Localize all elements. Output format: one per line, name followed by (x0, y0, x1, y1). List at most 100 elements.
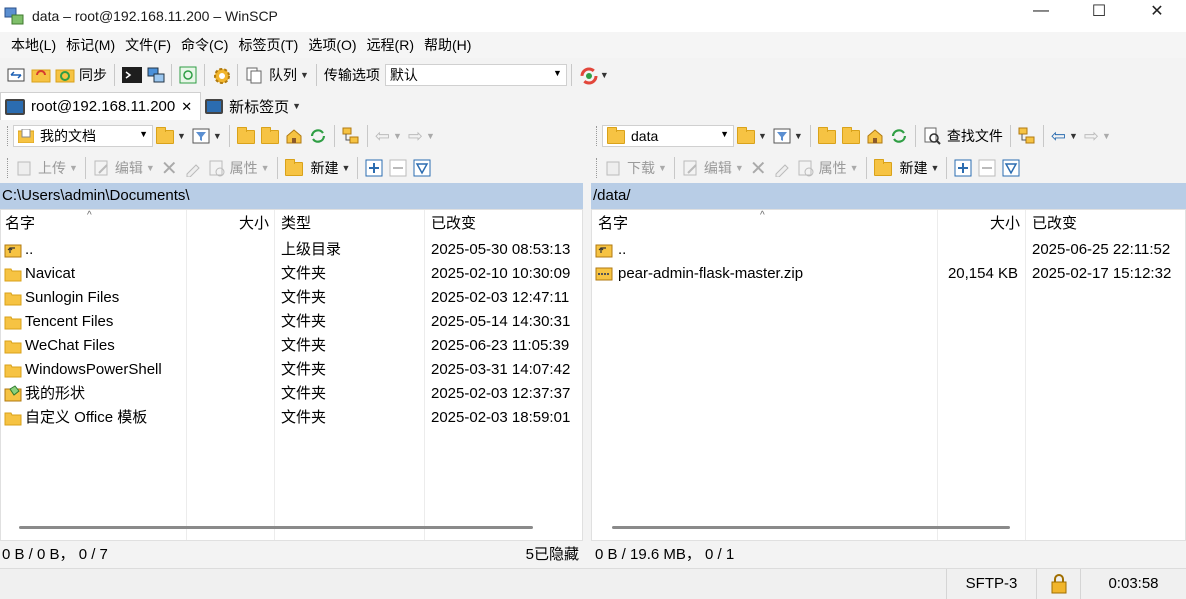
remote-header-size[interactable]: 大小 (938, 210, 1020, 238)
remote-edit-button[interactable]: 编辑 ▼ (679, 155, 747, 181)
local-open-folder-button[interactable]: ▼ (153, 123, 189, 149)
remote-header-changed[interactable]: 已改变 (1032, 210, 1077, 238)
local-file-row[interactable]: .. 上级目录 2025-05-30 08:53:13 (1, 238, 582, 262)
refresh-queue-button[interactable] (176, 62, 200, 88)
remote-open-folder-button[interactable]: ▼ (734, 123, 770, 149)
synchronize-browsing-button[interactable] (28, 62, 52, 88)
remote-path-bar[interactable]: /data/ (591, 183, 1186, 209)
remote-file-row[interactable]: .. 2025-06-25 22:11:52 (592, 238, 1185, 262)
remote-header-name[interactable]: 名字 (598, 210, 628, 238)
remote-filter-select-button[interactable] (999, 155, 1023, 181)
local-path-bar[interactable]: C:\Users\admin\Documents\ (0, 183, 583, 209)
remote-horizontal-scrollbar[interactable] (612, 526, 1010, 529)
local-file-row[interactable]: WeChat Files 文件夹 2025-06-23 11:05:39 (1, 334, 582, 358)
local-file-row[interactable]: Navicat 文件夹 2025-02-10 10:30:09 (1, 262, 582, 286)
menu-files[interactable]: 文件(F) (120, 32, 176, 58)
compare-directories-button[interactable] (4, 62, 28, 88)
menu-help[interactable]: 帮助(H) (419, 32, 476, 58)
remote-back-button[interactable]: ⇦ ▼ (1048, 123, 1081, 149)
local-horizontal-scrollbar[interactable] (19, 526, 533, 529)
local-root-dir-button[interactable] (258, 123, 282, 149)
local-file-row[interactable]: Sunlogin Files 文件夹 2025-02-03 12:47:11 (1, 286, 582, 310)
local-back-button[interactable]: ⇦ ▼ (372, 123, 405, 149)
open-terminal-button[interactable] (119, 62, 143, 88)
local-refresh-button[interactable] (306, 123, 330, 149)
remote-root-dir-button[interactable] (839, 123, 863, 149)
close-button[interactable]: ✕ (1128, 0, 1186, 22)
local-header-size[interactable]: 大小 (187, 210, 269, 238)
local-header-changed[interactable]: 已改变 (431, 210, 476, 238)
remote-tree-button[interactable] (1015, 123, 1039, 149)
root-folder-icon (260, 127, 279, 144)
preferences-button[interactable] (209, 62, 233, 88)
putty-button[interactable] (143, 62, 167, 88)
remote-rename-button[interactable] (770, 155, 794, 181)
menu-options[interactable]: 选项(O) (303, 32, 361, 58)
download-button[interactable]: 下载 ▼ (602, 155, 670, 181)
remote-filter-button[interactable]: ▼ (770, 123, 806, 149)
close-icon[interactable]: ✕ (181, 99, 192, 115)
local-parent-dir-button[interactable] (234, 123, 258, 149)
find-files-button[interactable]: 查找文件 (920, 123, 1006, 149)
local-filter-select-button[interactable] (410, 155, 434, 181)
panel-splitter[interactable] (584, 120, 591, 568)
menu-mark[interactable]: 标记(M) (61, 32, 120, 58)
maximize-button[interactable]: ☐ (1070, 0, 1128, 22)
menu-tabs[interactable]: 标签页(T) (233, 32, 303, 58)
local-filter-button[interactable]: ▼ (189, 123, 225, 149)
compare-icon (7, 66, 25, 84)
local-file-row[interactable]: 我的形状 文件夹 2025-02-03 12:37:37 (1, 382, 582, 406)
remote-new-button[interactable]: 新建 ▼ (871, 155, 943, 181)
remote-location-select[interactable]: data ▼ (602, 125, 734, 147)
local-edit-button[interactable]: 编辑 ▼ (90, 155, 158, 181)
remote-delete-button[interactable]: ✕ (747, 155, 770, 181)
local-delete-button[interactable]: ✕ (158, 155, 181, 181)
local-forward-button[interactable]: ⇨ ▼ (405, 123, 438, 149)
transfer-preset-select[interactable]: 默认 ▼ (384, 64, 567, 86)
minimize-button[interactable]: — (1012, 0, 1070, 22)
tab-new[interactable]: 新标签页 ▼ (201, 92, 309, 120)
remote-home-button[interactable] (863, 123, 887, 149)
remote-select-all-button[interactable] (951, 155, 975, 181)
local-home-button[interactable] (282, 123, 306, 149)
chevron-down-icon: ▼ (849, 163, 859, 173)
local-select-all-button[interactable] (362, 155, 386, 181)
tree-icon (342, 127, 360, 145)
filter-icon (773, 127, 791, 145)
main-toolbar: 同步 队列 ▼ 传输选项 默认 ▼ ▼ (4, 60, 704, 90)
remote-forward-button[interactable]: ⇨ ▼ (1081, 123, 1114, 149)
upload-button[interactable]: 上传 ▼ (13, 155, 81, 181)
remote-file-row[interactable]: pear-admin-flask-master.zip 20,154 KB 2025… (592, 262, 1185, 286)
local-file-row[interactable]: Tencent Files 文件夹 2025-05-14 14:30:31 (1, 310, 582, 334)
remote-new-label: 新建 (899, 160, 928, 176)
remote-parent-dir-button[interactable] (815, 123, 839, 149)
separator (237, 64, 238, 86)
local-cell-name: Sunlogin Files (25, 289, 120, 306)
local-new-button[interactable]: 新建 ▼ (282, 155, 354, 181)
protocol-indicator[interactable]: SFTP-3 (946, 569, 1036, 599)
remote-refresh-button[interactable] (887, 123, 911, 149)
local-tree-button[interactable] (339, 123, 363, 149)
local-file-row[interactable]: 自定义 Office 模板 文件夹 2025-02-03 18:59:01 (1, 406, 582, 430)
sync-mode-button[interactable]: ▼ (576, 62, 612, 88)
queue-icon (245, 66, 263, 84)
local-unselect-button[interactable] (386, 155, 410, 181)
sync-button[interactable]: 同步 (52, 62, 110, 88)
menu-local[interactable]: 本地(L) (6, 32, 61, 58)
remote-file-list[interactable]: 名字 ^ 大小 已改变 .. 2025-06-25 22:11:52 pear-ad… (591, 209, 1186, 541)
queue-button[interactable]: 队列 ▼ (242, 62, 312, 88)
remote-unselect-button[interactable] (975, 155, 999, 181)
local-header-type[interactable]: 类型 (281, 210, 311, 238)
local-rename-button[interactable] (181, 155, 205, 181)
menu-commands[interactable]: 命令(C) (176, 32, 233, 58)
local-file-row[interactable]: WindowsPowerShell 文件夹 2025-03-31 14:07:42 (1, 358, 582, 382)
local-location-select[interactable]: 我的文档 ▼ (13, 125, 153, 147)
local-properties-button[interactable]: 属性 ▼ (205, 155, 273, 181)
lock-icon[interactable] (1036, 569, 1080, 599)
winscp-app-icon (4, 5, 26, 27)
local-file-list[interactable]: 名字 ^ 大小 类型 已改变 .. 上级目录 2025-05-30 08:53:13… (0, 209, 583, 541)
tab-session[interactable]: root@192.168.11.200 ✕ (0, 92, 202, 120)
local-header-name[interactable]: 名字 (5, 210, 35, 238)
menu-remote[interactable]: 远程(R) (362, 32, 419, 58)
remote-properties-button[interactable]: 属性 ▼ (794, 155, 862, 181)
